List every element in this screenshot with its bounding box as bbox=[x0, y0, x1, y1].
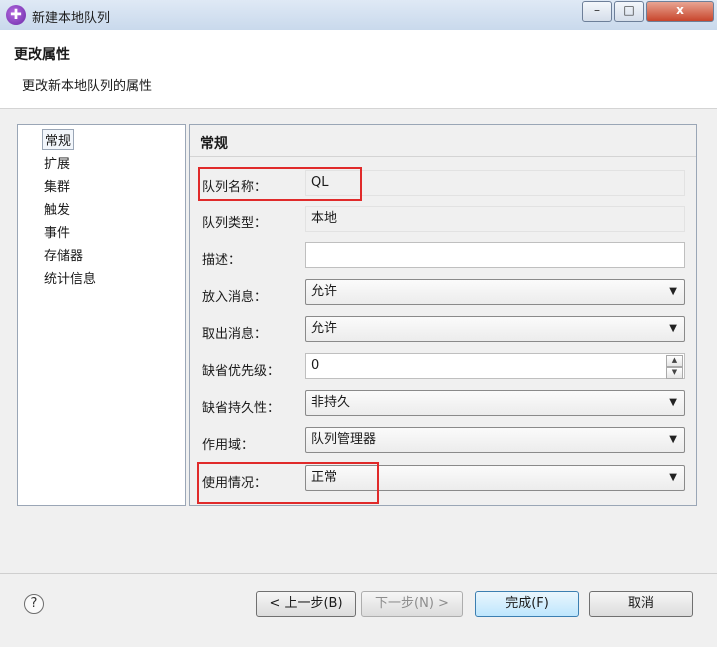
scope-select[interactable]: 队列管理器 ▼ bbox=[305, 427, 685, 453]
queue-type-field: 本地 bbox=[305, 206, 685, 232]
default-priority-label: 缺省优先级： bbox=[202, 364, 281, 379]
maximize-button[interactable]: □ bbox=[614, 1, 644, 22]
description-input[interactable] bbox=[305, 242, 685, 268]
usage-value: 正常 bbox=[311, 470, 338, 485]
queue-name-field: QL bbox=[305, 170, 685, 196]
nav-item-events[interactable]: 事件 bbox=[42, 222, 72, 241]
finish-button[interactable]: 完成(F) bbox=[475, 591, 579, 617]
put-messages-value: 允许 bbox=[311, 284, 338, 299]
default-persistence-select[interactable]: 非持久 ▼ bbox=[305, 390, 685, 416]
get-messages-value: 允许 bbox=[311, 321, 338, 336]
dropdown-arrow-icon: ▼ bbox=[669, 397, 677, 408]
dropdown-arrow-icon: ▼ bbox=[669, 286, 677, 297]
footer-divider bbox=[0, 573, 717, 574]
nav-item-statistics[interactable]: 统计信息 bbox=[42, 268, 98, 287]
scope-value: 队列管理器 bbox=[311, 432, 377, 447]
window-title: 新建本地队列 bbox=[32, 11, 111, 26]
nav-item-triggering[interactable]: 触发 bbox=[42, 199, 72, 218]
usage-label: 使用情况： bbox=[202, 476, 268, 491]
get-messages-label: 取出消息： bbox=[202, 327, 268, 342]
priority-spin-buttons: ▲ ▼ bbox=[666, 355, 683, 379]
description-label: 描述： bbox=[202, 253, 242, 268]
page-description: 更改新本地队列的属性 bbox=[22, 79, 153, 94]
scope-label: 作用域： bbox=[202, 438, 255, 453]
general-properties-panel: 常规 队列名称： QL 队列类型： 本地 描述： 放入消息： 允许 ▼ 取出消息… bbox=[189, 124, 697, 506]
app-icon: ✚ bbox=[6, 5, 26, 25]
section-divider bbox=[190, 156, 696, 157]
nav-item-cluster[interactable]: 集群 bbox=[42, 176, 72, 195]
dropdown-arrow-icon: ▼ bbox=[669, 472, 677, 483]
close-button[interactable]: x bbox=[646, 1, 714, 22]
page-title: 更改属性 bbox=[14, 47, 70, 63]
queue-type-label: 队列类型： bbox=[202, 216, 268, 231]
help-icon[interactable]: ? bbox=[24, 594, 44, 614]
section-title: 常规 bbox=[200, 136, 228, 152]
back-button[interactable]: < 上一步(B) bbox=[256, 591, 356, 617]
minimize-button[interactable]: – bbox=[582, 1, 612, 22]
get-messages-select[interactable]: 允许 ▼ bbox=[305, 316, 685, 342]
cancel-button[interactable]: 取消 bbox=[589, 591, 693, 617]
default-persistence-label: 缺省持久性： bbox=[202, 401, 281, 416]
nav-item-extended[interactable]: 扩展 bbox=[42, 153, 72, 172]
default-priority-value: 0 bbox=[311, 358, 320, 373]
usage-select[interactable]: 正常 ▼ bbox=[305, 465, 685, 491]
property-nav: 常规 扩展 集群 触发 事件 存储器 统计信息 bbox=[17, 124, 186, 506]
next-button[interactable]: 下一步(N) > bbox=[361, 591, 463, 617]
window-titlebar: ✚ 新建本地队列 – □ x bbox=[0, 0, 717, 31]
queue-name-label: 队列名称： bbox=[202, 180, 268, 195]
put-messages-select[interactable]: 允许 ▼ bbox=[305, 279, 685, 305]
default-persistence-value: 非持久 bbox=[311, 395, 351, 410]
nav-item-storage[interactable]: 存储器 bbox=[42, 245, 85, 264]
spin-down-icon[interactable]: ▼ bbox=[666, 367, 683, 379]
put-messages-label: 放入消息： bbox=[202, 290, 268, 305]
dropdown-arrow-icon: ▼ bbox=[669, 434, 677, 445]
nav-item-general[interactable]: 常规 bbox=[42, 129, 75, 150]
spin-up-icon[interactable]: ▲ bbox=[666, 355, 683, 367]
wizard-header: 更改属性 更改新本地队列的属性 bbox=[0, 30, 717, 109]
default-priority-spinner[interactable]: 0 ▲ ▼ bbox=[305, 353, 685, 379]
dropdown-arrow-icon: ▼ bbox=[669, 323, 677, 334]
